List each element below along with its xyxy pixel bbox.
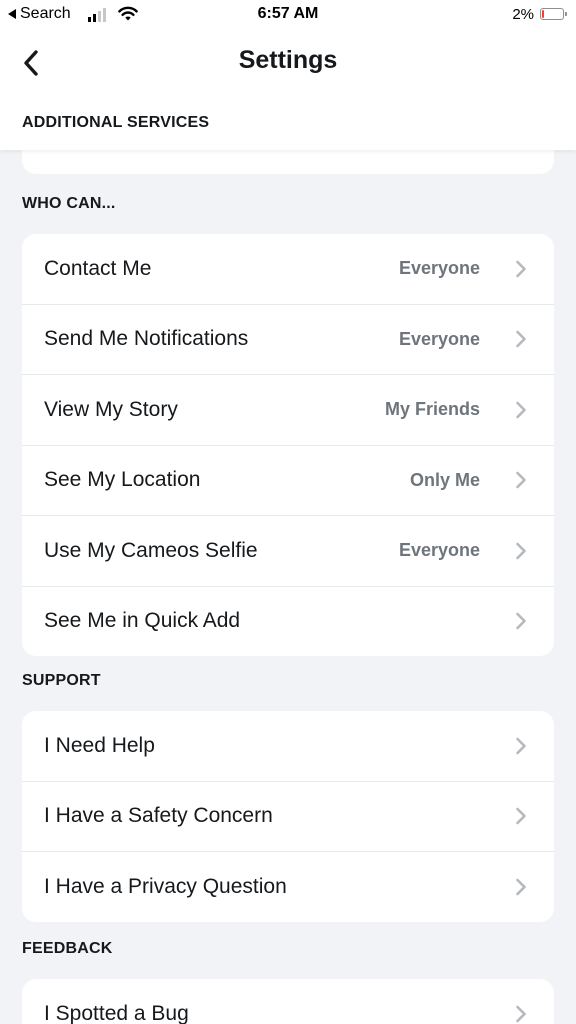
- row-label: I Have a Privacy Question: [44, 874, 287, 898]
- battery-icon: [540, 8, 567, 20]
- chevron-right-icon: [514, 470, 528, 490]
- row-label: See Me in Quick Add: [44, 609, 241, 633]
- use-my-cameos-selfie-row[interactable]: Use My Cameos Selfie Everyone: [22, 516, 554, 587]
- row-value: Everyone: [398, 540, 480, 561]
- support-card: I Need Help I Have a Safety Concern I Ha…: [22, 711, 554, 922]
- feedback-card: I Spotted a Bug: [22, 979, 554, 1024]
- contact-me-row[interactable]: Contact Me Everyone: [22, 234, 554, 305]
- spotted-a-bug-row[interactable]: I Spotted a Bug: [22, 979, 554, 1024]
- row-label: See My Location: [44, 468, 201, 492]
- section-title-who-can: WHO CAN...: [22, 195, 116, 212]
- i-need-help-row[interactable]: I Need Help: [22, 711, 554, 782]
- chevron-right-icon: [514, 400, 528, 420]
- status-bar: Search 6:57 AM 2%: [0, 0, 576, 30]
- section-title-additional-services: ADDITIONAL SERVICES: [22, 114, 210, 131]
- safety-concern-row[interactable]: I Have a Safety Concern: [22, 782, 554, 852]
- row-value: Everyone: [398, 258, 480, 279]
- chevron-right-icon: [514, 736, 528, 756]
- row-value: Everyone: [398, 328, 480, 349]
- battery-percentage: 2%: [512, 6, 534, 23]
- chevron-right-icon: [514, 611, 528, 631]
- row-value: Only Me: [409, 469, 480, 490]
- who-can-card: Contact Me Everyone Send Me Notification…: [22, 234, 554, 656]
- row-label: Contact Me: [44, 256, 152, 280]
- view-my-story-row[interactable]: View My Story My Friends: [22, 375, 554, 446]
- section-title-feedback: FEEDBACK: [22, 940, 113, 957]
- chevron-right-icon: [514, 877, 528, 897]
- chevron-right-icon: [514, 329, 528, 349]
- row-label: I Need Help: [44, 733, 155, 757]
- chevron-right-icon: [514, 1004, 528, 1024]
- send-me-notifications-row[interactable]: Send Me Notifications Everyone: [22, 305, 554, 375]
- section-title-support: SUPPORT: [22, 672, 101, 689]
- privacy-question-row[interactable]: I Have a Privacy Question: [22, 852, 554, 922]
- chevron-right-icon: [514, 806, 528, 826]
- row-label: View My Story: [44, 397, 178, 421]
- row-value: My Friends: [384, 399, 480, 420]
- see-me-in-quick-add-row[interactable]: See Me in Quick Add: [22, 587, 554, 657]
- row-label: I Spotted a Bug: [44, 1001, 189, 1024]
- clock: 6:57 AM: [257, 5, 319, 22]
- chevron-right-icon: [514, 259, 528, 279]
- row-label: Use My Cameos Selfie: [44, 538, 258, 562]
- row-label: I Have a Safety Concern: [44, 804, 273, 828]
- page-title: Settings: [238, 46, 338, 74]
- settings-header: Settings ADDITIONAL SERVICES: [0, 30, 576, 150]
- row-label: Send Me Notifications: [44, 327, 249, 351]
- see-my-location-row[interactable]: See My Location Only Me: [22, 446, 554, 516]
- chevron-right-icon: [514, 541, 528, 561]
